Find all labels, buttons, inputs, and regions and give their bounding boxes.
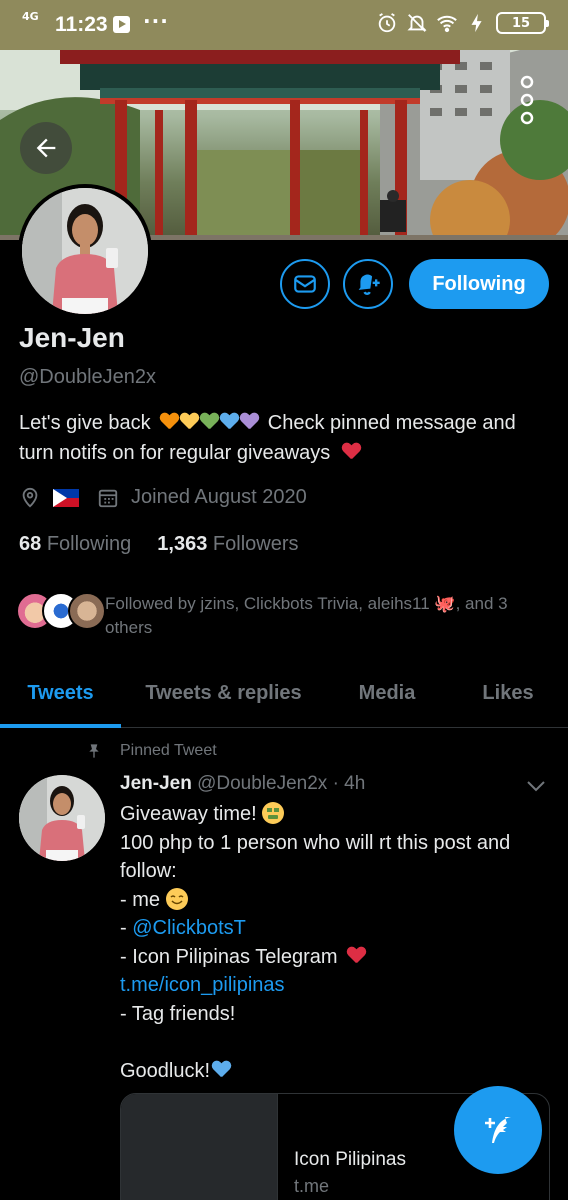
tab-likes[interactable]: Likes: [448, 660, 568, 727]
chevron-down-icon: [527, 781, 545, 792]
money-mouth-face-icon: [262, 802, 285, 824]
profile-name: Jen-Jen: [19, 322, 125, 353]
pin-icon: [89, 744, 99, 758]
avatar-image: [19, 775, 105, 861]
yellow-heart-icon: [180, 413, 198, 431]
message-button[interactable]: [280, 259, 330, 309]
blue-heart-icon: [212, 1061, 230, 1079]
tweet-line: - me: [120, 888, 160, 911]
notifications-button[interactable]: [343, 259, 393, 309]
alarm-icon: [378, 13, 396, 33]
followers-count: 1,363: [157, 533, 208, 555]
following-label: Following: [46, 533, 132, 555]
tweet-line: follow:: [120, 860, 177, 882]
profile-avatar[interactable]: [18, 184, 152, 318]
location-icon: [22, 487, 38, 508]
pinned-label: Pinned Tweet: [120, 742, 217, 759]
network-indicator: 4G: [22, 10, 39, 23]
card-title: Icon Pilipinas: [294, 1149, 406, 1170]
avatar: [68, 592, 106, 630]
purple-heart-icon: [240, 413, 258, 431]
following-link[interactable]: 68 Following: [19, 533, 131, 556]
tweet-handle: @DoubleJen2x: [197, 773, 328, 794]
pinned-indicator: Pinned Tweet: [86, 742, 217, 760]
more-notifications-icon: ···: [143, 9, 169, 33]
more-vertical-icon: [520, 75, 534, 125]
red-heart-icon: [347, 947, 365, 965]
card-thumbnail: [121, 1094, 278, 1200]
tweet-menu-button[interactable]: [526, 778, 546, 797]
more-options-button[interactable]: [502, 70, 552, 130]
blue-heart-icon: [220, 413, 238, 431]
followers-label: Followers: [212, 533, 299, 555]
tweet-header: Jen-Jen @DoubleJen2x · 4h: [120, 773, 365, 795]
tweet-line: 100 php to 1 person who will rt this pos…: [120, 831, 511, 854]
back-button[interactable]: [20, 122, 72, 174]
tweet-avatar[interactable]: [19, 775, 105, 861]
profile-meta: Joined August 2020: [19, 486, 307, 509]
back-arrow-icon: [36, 138, 56, 158]
joined-date: Joined August 2020: [131, 486, 307, 508]
status-time: 11:23: [55, 13, 108, 36]
avatar-image: [22, 188, 148, 314]
telegram-link[interactable]: t.me/icon_pilipinas: [120, 974, 285, 996]
following-button[interactable]: Following: [409, 259, 549, 309]
profile-handle: @DoubleJen2x: [19, 366, 157, 388]
profile-stats: 68 Following 1,363 Followers: [19, 533, 299, 556]
tweet-text: Giveaway time! 100 php to 1 person who w…: [120, 800, 550, 1085]
mute-bell-icon: [407, 14, 427, 32]
compose-tweet-button[interactable]: [454, 1086, 542, 1174]
followed-by-text[interactable]: Followed by jzins, Clickbots Trivia, ale…: [105, 592, 545, 640]
calendar-icon: [98, 489, 118, 507]
tweet-author[interactable]: Jen-Jen: [120, 773, 192, 794]
green-heart-icon: [200, 413, 218, 431]
profile-tabs: Tweets Tweets & replies Media Likes: [0, 660, 568, 728]
compose-feather-icon: [485, 1117, 511, 1143]
revolving-hearts-icon: [342, 443, 360, 461]
wifi-icon: [437, 15, 457, 33]
mention-link[interactable]: @ClickbotsT: [132, 917, 246, 939]
youtube-notification-icon: [113, 16, 130, 33]
hearts-emoji: [160, 413, 258, 431]
status-bar: 4G 11:23 ··· 15: [0, 0, 568, 50]
bio-text: Let's give back: [19, 412, 151, 434]
tab-tweets[interactable]: Tweets: [0, 660, 121, 728]
tab-tweets-replies[interactable]: Tweets & replies: [121, 660, 326, 727]
following-count: 68: [19, 533, 42, 555]
orange-heart-icon: [160, 413, 178, 431]
tweet-line: - Icon Pilipinas Telegram: [120, 945, 338, 968]
envelope-icon: [294, 275, 316, 293]
charging-icon: [471, 13, 482, 33]
philippines-flag-icon: [53, 488, 79, 507]
battery-icon: 15: [496, 12, 549, 34]
card-domain: t.me: [294, 1176, 330, 1196]
tweet-line: Goodluck!: [120, 1059, 211, 1082]
tweet-time: · 4h: [332, 773, 366, 794]
smiling-face-icon: [165, 887, 188, 910]
tab-media[interactable]: Media: [326, 660, 448, 727]
profile-bio: Let's give back Check pinned message and…: [19, 408, 549, 468]
tweet-line: Giveaway time!: [120, 803, 257, 825]
bell-plus-icon: [358, 274, 380, 295]
tweet-line: -: [120, 917, 133, 939]
followers-link[interactable]: 1,363 Followers: [157, 533, 298, 556]
tweet-line: - Tag friends!: [120, 1002, 236, 1025]
